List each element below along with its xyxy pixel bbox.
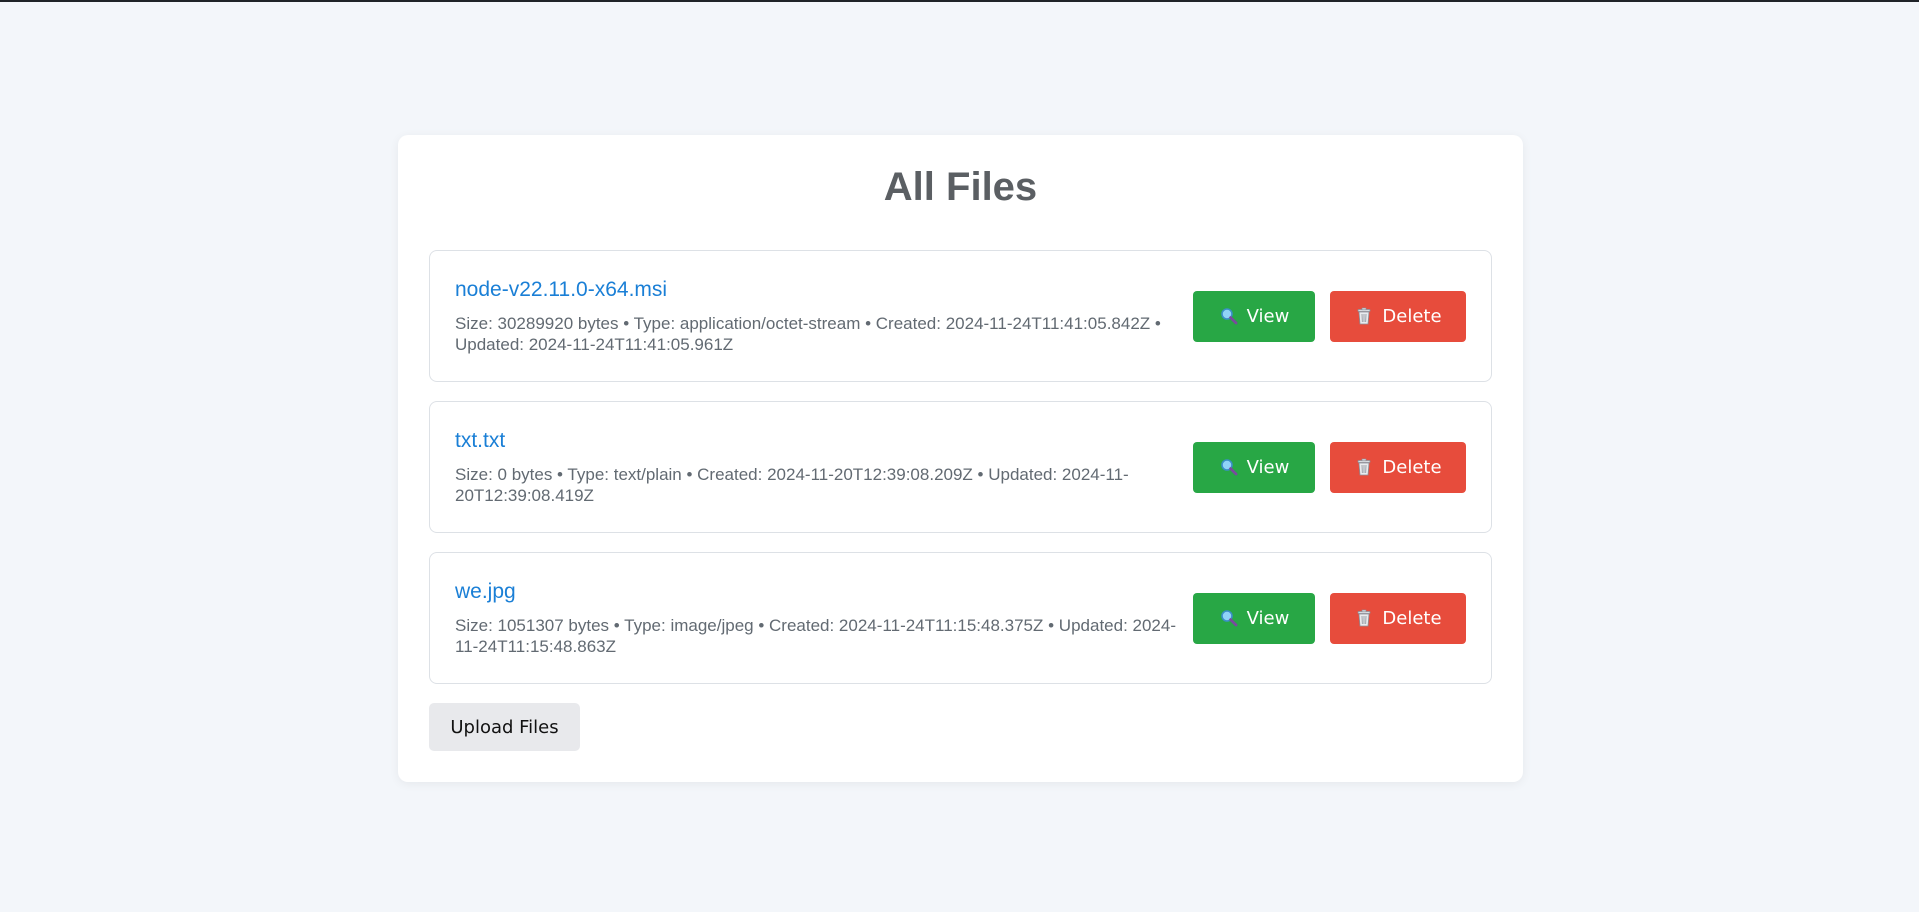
file-actions: View Delete [1193,290,1466,342]
file-meta: Size: 1051307 bytes • Type: image/jpeg •… [455,615,1176,656]
page-title: All Files [883,165,1038,209]
file-meta: Size: 30289920 bytes • Type: application… [455,313,1161,354]
magnifier-icon [1219,608,1239,628]
file-info: we.jpg Size: 1051307 bytes • Type: image… [455,580,1190,657]
delete-button-label: Delete [1382,456,1442,478]
delete-button[interactable]: Delete [1330,441,1466,493]
view-button[interactable]: View [1193,441,1315,493]
file-name-link[interactable]: node-v22.11.0-x64.msi [455,278,667,302]
file-name-link[interactable]: txt.txt [455,429,505,453]
file-item: node-v22.11.0-x64.msi Size: 30289920 byt… [429,250,1492,382]
file-actions: View Delete [1193,441,1466,493]
magnifier-icon [1219,306,1239,326]
delete-button-label: Delete [1382,607,1442,629]
file-info: node-v22.11.0-x64.msi Size: 30289920 byt… [455,278,1190,355]
delete-button[interactable]: Delete [1330,290,1466,342]
file-meta: Size: 0 bytes • Type: text/plain • Creat… [455,464,1129,505]
trash-can-icon [1354,306,1374,326]
file-list: node-v22.11.0-x64.msi Size: 30289920 byt… [429,250,1492,684]
file-name-link[interactable]: we.jpg [455,580,516,604]
view-button-label: View [1246,305,1290,327]
view-button[interactable]: View [1193,592,1315,644]
delete-button-label: Delete [1382,305,1442,327]
upload-files-button[interactable]: Upload Files [429,703,580,751]
file-info: txt.txt Size: 0 bytes • Type: text/plain… [455,429,1190,506]
magnifier-icon [1219,457,1239,477]
files-card: All Files node-v22.11.0-x64.msi Size: 30… [398,135,1523,782]
trash-can-icon [1354,457,1374,477]
trash-can-icon [1354,608,1374,628]
file-item: txt.txt Size: 0 bytes • Type: text/plain… [429,401,1492,533]
view-button-label: View [1246,607,1290,629]
view-button[interactable]: View [1193,290,1315,342]
view-button-label: View [1246,456,1290,478]
top-border [0,0,1919,2]
file-item: we.jpg Size: 1051307 bytes • Type: image… [429,552,1492,684]
delete-button[interactable]: Delete [1330,592,1466,644]
file-actions: View Delete [1193,592,1466,644]
